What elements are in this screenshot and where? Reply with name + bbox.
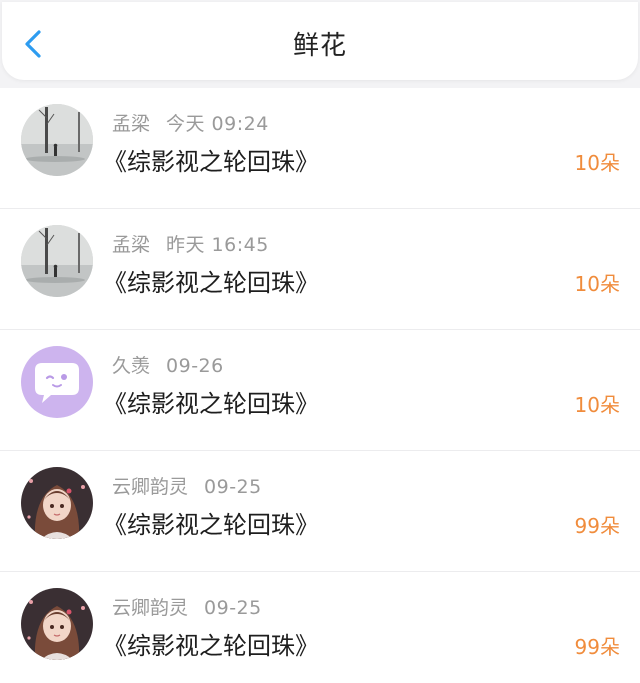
flower-amount: 99朵 <box>574 514 620 538</box>
book-title[interactable]: 《综影视之轮回珠》 <box>103 146 319 178</box>
book-title[interactable]: 《综影视之轮回珠》 <box>103 388 319 420</box>
record-time: 今天 09:24 <box>166 113 269 135</box>
record-meta: 久羡 09-26 <box>112 354 224 378</box>
book-title[interactable]: 《综影视之轮回珠》 <box>103 509 319 541</box>
sender-name[interactable]: 久羡 <box>112 355 150 377</box>
list-item[interactable]: 云卿韵灵 09-25 《综影视之轮回珠》 99朵 <box>0 571 640 683</box>
flower-amount: 10朵 <box>574 393 620 417</box>
purple-chat-bubble-avatar[interactable] <box>21 346 93 418</box>
misty-lake-avatar[interactable] <box>21 104 93 176</box>
sender-name[interactable]: 孟梁 <box>112 234 150 256</box>
record-time: 09-25 <box>204 597 262 619</box>
record-meta: 云卿韵灵 09-25 <box>112 596 262 620</box>
list-item[interactable]: 孟梁 昨天 16:45 《综影视之轮回珠》 10朵 <box>0 208 640 329</box>
flower-amount: 10朵 <box>574 151 620 175</box>
book-title[interactable]: 《综影视之轮回珠》 <box>103 630 319 662</box>
misty-lake-avatar[interactable] <box>21 225 93 297</box>
top-nav-bar: 鲜花 <box>2 2 638 80</box>
list-item[interactable]: 云卿韵灵 09-25 《综影视之轮回珠》 99朵 <box>0 450 640 571</box>
flower-amount: 10朵 <box>574 272 620 296</box>
book-title[interactable]: 《综影视之轮回珠》 <box>103 267 319 299</box>
flower-amount: 99朵 <box>574 635 620 659</box>
record-meta: 孟梁 昨天 16:45 <box>112 233 269 257</box>
record-time: 09-26 <box>166 355 224 377</box>
sender-name[interactable]: 云卿韵灵 <box>112 476 188 498</box>
sender-name[interactable]: 云卿韵灵 <box>112 597 188 619</box>
flowers-page: 鲜花 孟梁 今天 09:24 《综影视之轮回珠》 10朵 孟梁 昨天 16:45… <box>0 0 640 683</box>
anime-girl-avatar[interactable] <box>21 588 93 660</box>
record-meta: 云卿韵灵 09-25 <box>112 475 262 499</box>
page-title: 鲜花 <box>292 31 347 61</box>
sender-name[interactable]: 孟梁 <box>112 113 150 135</box>
list-item[interactable]: 孟梁 今天 09:24 《综影视之轮回珠》 10朵 <box>0 88 640 208</box>
record-time: 昨天 16:45 <box>166 234 269 256</box>
record-meta: 孟梁 今天 09:24 <box>112 112 269 136</box>
list-item[interactable]: 久羡 09-26 《综影视之轮回珠》 10朵 <box>0 329 640 450</box>
record-time: 09-25 <box>204 476 262 498</box>
flower-record-list: 孟梁 今天 09:24 《综影视之轮回珠》 10朵 孟梁 昨天 16:45 《综… <box>0 88 640 683</box>
anime-girl-avatar[interactable] <box>21 467 93 539</box>
